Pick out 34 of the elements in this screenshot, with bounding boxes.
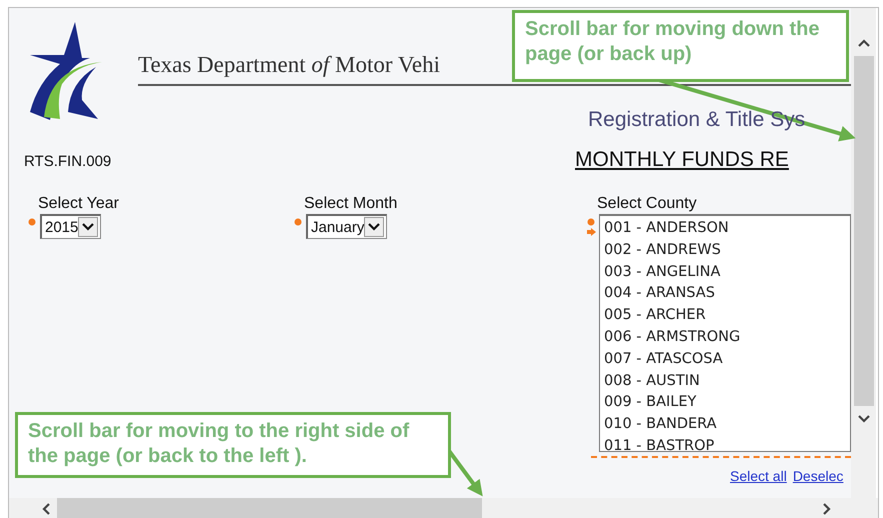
report-code: RTS.FIN.009 bbox=[23, 153, 112, 170]
county-option[interactable]: 009 - BAILEY bbox=[604, 392, 850, 414]
field-label: Select County bbox=[596, 194, 698, 214]
field-label: Select Year bbox=[37, 194, 120, 214]
county-option[interactable]: 003 - ANGELINA bbox=[604, 262, 850, 284]
county-option[interactable]: 006 - ARMSTRONG bbox=[604, 326, 850, 349]
scroll-up-icon[interactable] bbox=[856, 38, 870, 48]
star-logo-icon bbox=[30, 22, 102, 120]
scroll-right-icon[interactable] bbox=[822, 502, 832, 516]
dropdown-icon[interactable] bbox=[364, 217, 384, 237]
county-option[interactable]: 005 - ARCHER bbox=[604, 305, 850, 327]
horizontal-scrollbar[interactable] bbox=[9, 498, 878, 518]
scroll-down-icon[interactable] bbox=[856, 414, 870, 424]
county-option[interactable]: 002 - ANDREWS bbox=[604, 240, 850, 262]
county-option[interactable]: 004 - ARANSAS bbox=[604, 283, 850, 306]
county-listbox[interactable]: 001 - ANDERSON 002 - ANDREWS 003 - ANGELINA 004 - ARANSAS 005 - ARCHER 006 - ARMSTRONG 007 - ATASCOSA 008 - AUSTIN 009 - BAILEY 010 - BANDERA 011 - BASTROP bbox=[599, 214, 851, 452]
scrollbar-thumb[interactable] bbox=[57, 498, 482, 518]
arrow-icon bbox=[586, 228, 596, 236]
year-dropdown[interactable]: 2015 bbox=[40, 214, 102, 239]
county-option[interactable]: 001 - ANDERSON bbox=[604, 218, 850, 240]
county-option[interactable]: 007 - ATASCOSA bbox=[604, 348, 850, 371]
county-option[interactable]: 008 - AUSTIN bbox=[604, 370, 850, 392]
county-option[interactable]: 010 - BANDERA bbox=[604, 414, 850, 436]
link[interactable]: Deselec bbox=[792, 468, 844, 484]
scroll-left-icon[interactable] bbox=[41, 502, 51, 516]
link[interactable]: Select all bbox=[730, 468, 787, 484]
callout-note: Scroll bar for moving down the page (or back up) bbox=[512, 10, 849, 82]
report-title: MONTHLY FUNDS RE bbox=[575, 148, 789, 172]
callout-note: Scroll bar for moving to the right side of the page (or back to the left ). bbox=[15, 412, 451, 478]
vertical-scrollbar[interactable] bbox=[851, 8, 876, 498]
dropdown-icon[interactable] bbox=[78, 217, 98, 237]
month-dropdown[interactable]: January bbox=[306, 214, 388, 239]
scrollbar-thumb[interactable] bbox=[854, 56, 874, 406]
field-label: Select Month bbox=[303, 194, 398, 214]
